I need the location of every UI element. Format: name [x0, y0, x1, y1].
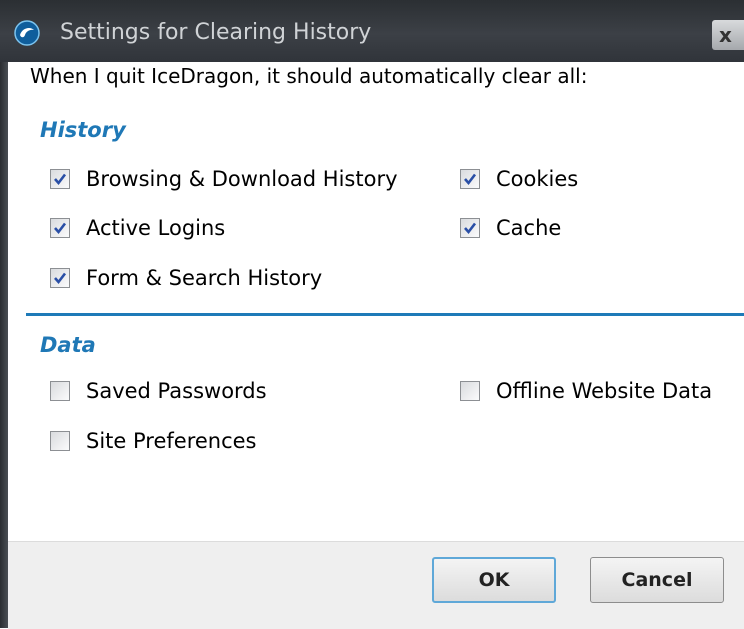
checkbox-label: Form & Search History: [86, 266, 323, 290]
checkmark-icon: [54, 222, 67, 235]
close-button[interactable]: x: [712, 20, 744, 50]
cancel-button[interactable]: Cancel: [590, 557, 724, 603]
checkbox-box[interactable]: [460, 381, 480, 401]
checkbox-box[interactable]: [460, 218, 480, 238]
checkbox-label: Browsing & Download History: [86, 167, 398, 191]
checkbox-box[interactable]: [50, 169, 70, 189]
checkmark-icon: [464, 222, 477, 235]
window-title: Settings for Clearing History: [60, 20, 372, 45]
section-divider: [26, 313, 744, 316]
checkbox-box[interactable]: [50, 431, 70, 451]
data-section-title: Data: [40, 333, 96, 357]
checkbox-label: Saved Passwords: [86, 379, 267, 403]
checkbox-box[interactable]: [50, 381, 70, 401]
checkbox-label: Cache: [496, 216, 562, 240]
checkbox-box[interactable]: [460, 169, 480, 189]
checkbox-box[interactable]: [50, 218, 70, 238]
window-frame-left: [0, 62, 8, 628]
intro-text: When I quit IceDragon, it should automat…: [30, 64, 588, 88]
checkbox-label: Offline Website Data: [496, 379, 713, 403]
checkbox-label: Cookies: [496, 167, 579, 191]
history-section-title: History: [40, 118, 126, 142]
icedragon-logo-icon: [14, 20, 40, 46]
checkmark-icon: [54, 173, 67, 186]
checkbox-label: Site Preferences: [86, 429, 257, 453]
ok-button[interactable]: OK: [432, 557, 556, 603]
checkmark-icon: [464, 173, 477, 186]
checkmark-icon: [54, 272, 67, 285]
checkbox-label: Active Logins: [86, 216, 226, 240]
checkbox-box[interactable]: [50, 268, 70, 288]
title-bar: Settings for Clearing History x: [0, 0, 744, 62]
close-icon: x: [719, 23, 732, 47]
